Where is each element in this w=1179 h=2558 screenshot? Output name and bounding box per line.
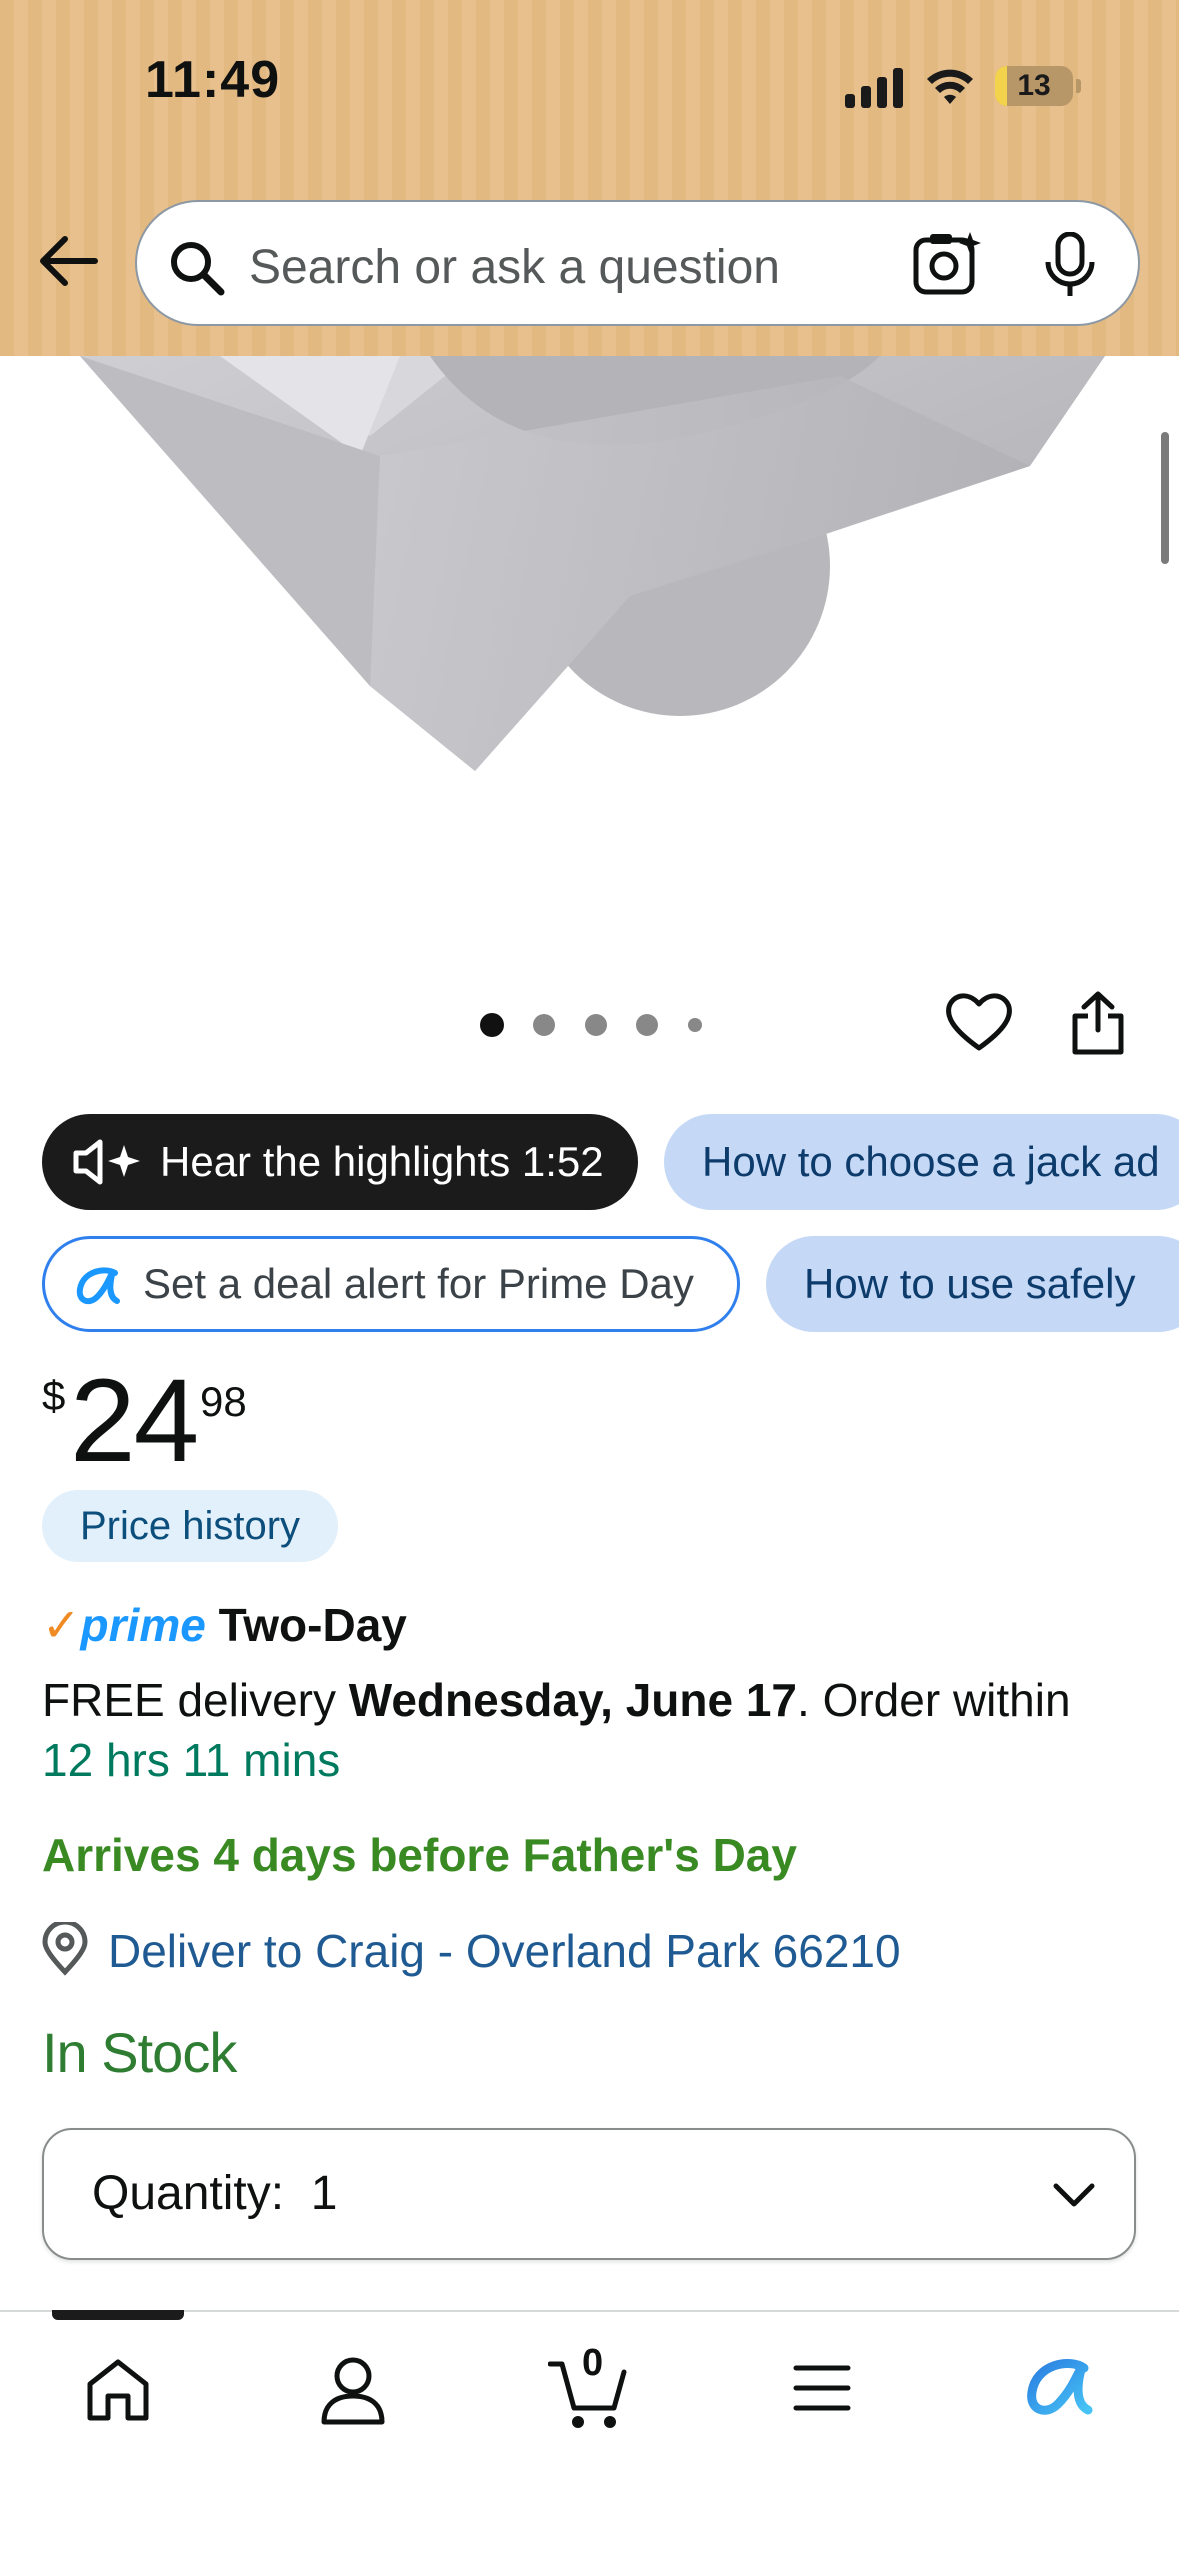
cart-button[interactable]: 0 xyxy=(547,2342,630,2435)
page-dot[interactable] xyxy=(636,1014,659,1036)
how-to-use-chip[interactable]: How to use safely xyxy=(766,1236,1179,1332)
how-to-choose-chip[interactable]: How to choose a jack ad xyxy=(664,1114,1179,1210)
rufus-icon[interactable] xyxy=(1024,2356,1094,2420)
bottom-tab-bar: 0 xyxy=(0,2310,1179,2558)
speaker-sparkle-icon xyxy=(73,1139,140,1185)
hear-highlights-label: Hear the highlights 1:52 xyxy=(160,1138,604,1185)
product-image[interactable] xyxy=(0,356,1179,976)
share-icon[interactable] xyxy=(1070,990,1126,1056)
cart-count: 0 xyxy=(582,2342,604,2384)
active-tab-indicator xyxy=(52,2310,184,2320)
how-to-choose-label: How to choose a jack ad xyxy=(702,1138,1160,1185)
search-bar[interactable]: Search or ask a question xyxy=(135,200,1140,326)
delivery-date: Wednesday, June 17 xyxy=(348,1674,798,1726)
search-input[interactable]: Search or ask a question xyxy=(249,240,780,295)
account-icon[interactable] xyxy=(318,2354,388,2426)
cellular-signal-icon xyxy=(845,68,903,108)
camera-lens-icon[interactable] xyxy=(912,230,982,296)
deliver-to-link[interactable]: Deliver to Craig - Overland Park 66210 xyxy=(108,1924,901,1978)
wifi-icon xyxy=(927,69,973,104)
page-dot-active[interactable] xyxy=(480,1013,504,1037)
prime-check-icon: ✓ xyxy=(42,1599,81,1651)
heart-icon[interactable] xyxy=(945,990,1013,1054)
battery-indicator: 13 xyxy=(995,66,1081,106)
status-time: 11:49 xyxy=(145,51,281,109)
prime-speed: Two-Day xyxy=(218,1599,407,1651)
how-to-use-label: How to use safely xyxy=(804,1260,1136,1307)
hear-highlights-button[interactable]: Hear the highlights 1:52 xyxy=(42,1114,638,1210)
microphone-icon[interactable] xyxy=(1042,232,1098,298)
menu-icon[interactable] xyxy=(792,2362,852,2414)
price-currency: $ xyxy=(42,1372,66,1419)
scrollbar[interactable] xyxy=(1161,432,1169,564)
home-icon[interactable] xyxy=(82,2354,154,2426)
location-pin-icon xyxy=(42,1922,88,1976)
quantity-value: 1 xyxy=(310,2167,338,2220)
prime-logo: prime xyxy=(80,1599,206,1651)
quantity-label: Quantity: 1 xyxy=(92,2167,338,2220)
deal-alert-chip[interactable]: Set a deal alert for Prime Day xyxy=(42,1236,740,1332)
image-pagination-dots[interactable] xyxy=(480,1013,727,1037)
page-dot[interactable] xyxy=(584,1014,607,1036)
quantity-dropdown[interactable]: Quantity: 1 xyxy=(42,2128,1136,2260)
arrives-note: Arrives 4 days before Father's Day xyxy=(42,1829,797,1881)
chevron-down-icon xyxy=(1053,2183,1095,2207)
price-fraction: 98 xyxy=(200,1378,247,1425)
prime-badge: ✓prime Two-Day xyxy=(42,1598,407,1652)
page-dot[interactable] xyxy=(687,1018,702,1032)
delivery-info: FREE delivery Wednesday, June 17. Order … xyxy=(42,1670,1152,1790)
order-within-text: . Order within xyxy=(797,1674,1071,1726)
stock-status: In Stock xyxy=(42,2021,237,2084)
order-countdown: 12 hrs 11 mins xyxy=(42,1734,341,1786)
price-whole: 24 xyxy=(70,1355,199,1487)
free-delivery-text: FREE delivery xyxy=(42,1674,349,1726)
price-history-button[interactable]: Price history xyxy=(42,1490,339,1562)
page-dot[interactable] xyxy=(533,1014,556,1036)
rufus-icon xyxy=(76,1267,120,1305)
search-icon xyxy=(171,242,225,296)
deal-alert-label: Set a deal alert for Prime Day xyxy=(143,1260,694,1307)
back-arrow-icon[interactable] xyxy=(35,235,99,287)
